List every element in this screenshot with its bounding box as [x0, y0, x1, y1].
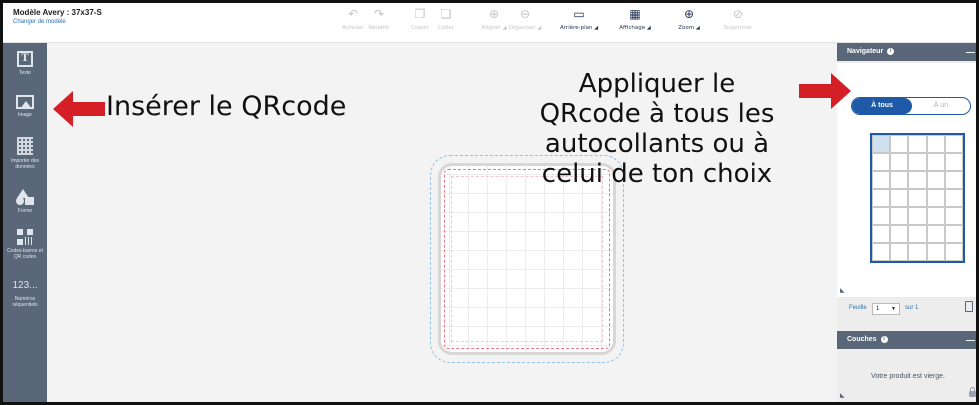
grid-view-icon: ▦ — [629, 7, 641, 21]
layers-empty-message: Votre produit est vierge. — [871, 373, 945, 380]
sheet-label: Feuille — [849, 305, 867, 311]
sidebar-item-barcodes[interactable]: Codes-barres et QR codes — [3, 229, 47, 260]
inner-margin-outline — [451, 176, 603, 342]
background-icon: ▭ — [573, 7, 585, 21]
sequential-numbers-icon: 123... — [12, 280, 38, 291]
image-icon — [16, 95, 34, 109]
lock-icon[interactable] — [969, 387, 976, 397]
apply-one-option[interactable]: À un — [912, 98, 970, 114]
shape-icon — [16, 189, 34, 205]
sidebar-item-sequential-numbers[interactable]: 123... Numéros séquentiels — [3, 279, 47, 308]
resize-corner-icon[interactable]: ◣ — [840, 392, 845, 399]
paste-button[interactable]: ❏ Coller — [427, 6, 465, 31]
apply-scope-toggle: À tous À un — [851, 97, 971, 115]
background-button[interactable]: ▭ Arrière-plan ◢ — [560, 6, 598, 31]
sidebar-item-import-data[interactable]: Importer des données — [3, 137, 47, 170]
sidebar-item-image[interactable]: Image — [3, 95, 47, 118]
annotation-insert-qrcode: Insérer le QRcode — [106, 91, 347, 122]
annotation-apply-qrcode: Appliquer le QRcode à tous les autocolla… — [539, 69, 775, 189]
right-panel: Navigateur i — À tous À un ◣ Feuille 1 ▼ s… — [837, 43, 976, 402]
redo-icon: ↷ — [373, 7, 385, 21]
sheet-total: sur 1 — [905, 305, 919, 311]
sheet-preview-grid[interactable] — [870, 133, 965, 263]
minimize-icon[interactable]: — — [966, 331, 975, 349]
change-model-link[interactable]: Changer de modèle — [13, 19, 66, 25]
chevron-down-icon: ▼ — [891, 306, 896, 312]
zoom-button[interactable]: ⊕ Zoom ◢ — [670, 6, 708, 31]
left-sidebar: T Texte Image Importer des données Forme… — [3, 43, 47, 402]
resize-corner-icon[interactable]: ◣ — [840, 287, 845, 294]
sidebar-item-text[interactable]: T Texte — [3, 51, 47, 76]
navigator-panel: À tous À un ◣ — [837, 63, 976, 297]
text-icon: T — [17, 51, 33, 67]
annotation-arrow-left — [53, 91, 105, 127]
model-title: Modèle Avery : 37x37-S — [13, 8, 102, 17]
delete-icon: ⊘ — [732, 7, 744, 21]
apply-all-option[interactable]: À tous — [852, 98, 912, 114]
redo-button[interactable]: ↷ Rétablir — [360, 6, 398, 31]
sidebar-item-shape[interactable]: Forme — [3, 189, 47, 214]
info-icon[interactable]: i — [887, 47, 895, 55]
preview-cell[interactable] — [872, 135, 891, 153]
layers-header: Couches i — — [837, 331, 976, 349]
zoom-icon: ⊕ — [683, 7, 695, 21]
import-data-icon — [17, 137, 33, 155]
sheet-settings-icon[interactable] — [965, 301, 973, 312]
navigator-header: Navigateur i — — [837, 43, 976, 61]
minimize-icon[interactable]: — — [966, 43, 975, 61]
app-window: Modèle Avery : 37x37-S Changer de modèle… — [0, 0, 979, 405]
info-icon[interactable]: i — [880, 335, 888, 343]
top-toolbar: Modèle Avery : 37x37-S Changer de modèle… — [3, 3, 976, 43]
qr-code-icon — [17, 229, 33, 245]
view-button[interactable]: ▦ Affichage ◢ — [616, 6, 654, 31]
arrange-button[interactable]: ⊖ Organiser ◢ — [506, 6, 544, 31]
sheet-select[interactable]: 1 ▼ — [872, 303, 900, 315]
delete-button[interactable]: ⊘ Supprimer — [719, 6, 757, 31]
paste-icon: ❏ — [440, 7, 452, 21]
arrange-icon: ⊖ — [519, 7, 531, 21]
